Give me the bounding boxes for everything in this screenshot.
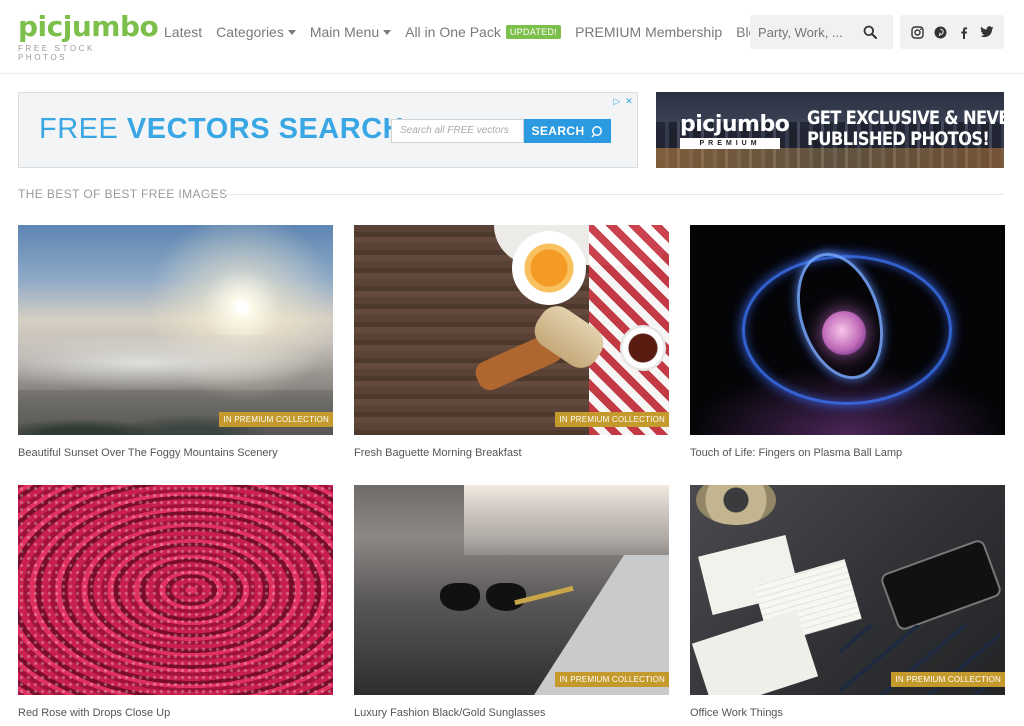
twitter-link[interactable] — [978, 23, 996, 41]
premium-tag: IN PREMIUM COLLECTION — [555, 412, 669, 427]
ad-title-bold: VECTORS SEARCH — [126, 113, 405, 145]
ad-search-input[interactable]: Search all FREE vectors — [391, 119, 524, 143]
twitter-icon — [979, 26, 993, 38]
photo-card[interactable]: Touch of Life: Fingers on Plasma Ball La… — [690, 225, 1005, 459]
close-icon: ✕ — [625, 95, 633, 106]
logo-tagline: FREE STOCK PHOTOS — [18, 44, 95, 62]
paper-sheet — [691, 609, 819, 695]
tape-roll — [696, 485, 776, 525]
photo-thumbnail[interactable]: IN PREMIUM COLLECTION — [690, 485, 1005, 695]
tea-cup — [620, 325, 666, 371]
smartphone — [879, 537, 1003, 633]
dew-drops — [18, 485, 333, 695]
photo-thumbnail[interactable]: IN PREMIUM COLLECTION — [354, 225, 669, 435]
photo-card[interactable]: IN PREMIUM COLLECTION Office Work Things — [690, 485, 1005, 719]
premium-tag: IN PREMIUM COLLECTION — [891, 672, 1005, 687]
search-box — [750, 15, 893, 49]
ad-search-form: Search all FREE vectors SEARCH — [391, 119, 611, 143]
photo-thumbnail[interactable] — [18, 485, 333, 695]
city-lights — [656, 148, 1004, 168]
premium-tag: IN PREMIUM COLLECTION — [555, 672, 669, 687]
nav-premium-membership-label: PREMIUM Membership — [575, 24, 723, 40]
photo-caption[interactable]: Fresh Baguette Morning Breakfast — [354, 447, 669, 459]
search-input[interactable] — [750, 24, 855, 40]
chevron-down-icon — [287, 29, 296, 35]
nav-main-menu[interactable]: Main Menu — [309, 24, 392, 40]
updated-badge: UPDATED! — [505, 25, 562, 39]
nav-premium-membership[interactable]: PREMIUM Membership — [575, 24, 722, 40]
fog-layer — [18, 335, 333, 390]
section-divider — [206, 194, 1004, 195]
ad-choices[interactable]: ▷ ✕ — [611, 95, 635, 107]
ad-title-light: FREE — [39, 113, 119, 145]
pinterest-icon — [934, 26, 947, 38]
photo-caption[interactable]: Beautiful Sunset Over The Foggy Mountain… — [18, 447, 333, 459]
sunglasses — [440, 583, 530, 613]
premium-banner-ad[interactable]: picjumbo PREMIUM GET EXCLUSIVE & NEVER P… — [656, 92, 1004, 168]
nav-latest[interactable]: Latest — [164, 24, 202, 40]
logo-wordmark: picjumbo — [18, 10, 159, 43]
section-title: THE BEST OF BEST FREE IMAGES — [18, 187, 228, 201]
banner-premium-label: PREMIUM — [680, 138, 780, 149]
instagram-link[interactable] — [909, 23, 927, 41]
photo-card[interactable]: IN PREMIUM COLLECTION Fresh Baguette Mor… — [354, 225, 669, 459]
banner-headline-line2: PUBLISHED PHOTOS! — [807, 128, 990, 150]
pinterest-link[interactable] — [932, 23, 950, 41]
ad-search-button-label: SEARCH — [531, 124, 585, 138]
plasma-ball — [822, 311, 866, 355]
photo-thumbnail[interactable]: IN PREMIUM COLLECTION — [354, 485, 669, 695]
search-button[interactable] — [855, 15, 885, 49]
photo-caption[interactable]: Luxury Fashion Black/Gold Sunglasses — [354, 707, 669, 719]
ad-search-button[interactable]: SEARCH — [524, 119, 611, 143]
photo-card[interactable]: IN PREMIUM COLLECTION Beautiful Sunset O… — [18, 225, 333, 459]
photo-caption[interactable]: Touch of Life: Fingers on Plasma Ball La… — [690, 447, 1005, 459]
site-header: picjumbo FREE STOCK PHOTOS Latest Catego… — [0, 0, 1024, 74]
banner-logo: picjumbo — [680, 112, 790, 137]
nav-categories-label: Categories — [216, 24, 284, 40]
vectors-search-ad[interactable]: FREE VECTORS SEARCH Search all FREE vect… — [18, 92, 638, 168]
ad-title: FREE VECTORS SEARCH — [39, 113, 404, 146]
instagram-icon — [911, 25, 924, 39]
premium-tag: IN PREMIUM COLLECTION — [219, 412, 333, 427]
photo-thumbnail[interactable] — [690, 225, 1005, 435]
banner-headline: GET EXCLUSIVE & NEVER PUBLISHED PHOTOS! — [807, 107, 1004, 150]
photo-thumbnail[interactable]: IN PREMIUM COLLECTION — [18, 225, 333, 435]
photo-caption[interactable]: Red Rose with Drops Close Up — [18, 707, 333, 719]
ad-info-icon: ▷ — [613, 95, 621, 106]
window-light — [464, 485, 669, 555]
main-nav: Latest Categories Main Menu All in One P… — [164, 22, 778, 42]
nav-categories[interactable]: Categories — [216, 24, 296, 40]
facebook-link[interactable] — [955, 23, 973, 41]
banner-headline-line1: GET EXCLUSIVE & NEVER — [807, 107, 1004, 129]
fruit-plate — [512, 231, 586, 305]
chevron-down-icon — [383, 29, 392, 35]
photo-card[interactable]: IN PREMIUM COLLECTION Luxury Fashion Bla… — [354, 485, 669, 719]
search-icon — [591, 125, 602, 138]
nav-all-in-one-pack-label: All in One Pack — [405, 24, 501, 40]
photo-caption[interactable]: Office Work Things — [690, 707, 1005, 719]
social-links — [900, 15, 1004, 49]
photo-card[interactable]: Red Rose with Drops Close Up — [18, 485, 333, 719]
nav-all-in-one-pack[interactable]: All in One Pack UPDATED! — [405, 24, 562, 40]
facebook-icon — [961, 26, 968, 39]
nav-latest-label: Latest — [164, 24, 203, 40]
nav-main-menu-label: Main Menu — [309, 24, 380, 40]
search-icon — [863, 25, 877, 39]
site-logo[interactable]: picjumbo FREE STOCK PHOTOS — [18, 10, 159, 63]
